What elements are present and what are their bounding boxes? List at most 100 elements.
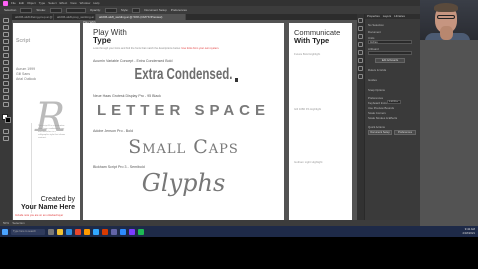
sample-glyphs[interactable]: Glyphs bbox=[83, 169, 284, 197]
chrome-browser-icon[interactable] bbox=[75, 228, 81, 235]
creative-cloud-icon[interactable] bbox=[129, 228, 135, 235]
scale-corners-checkbox[interactable]: Scale Corners bbox=[368, 111, 386, 115]
current-tool-status: Selection bbox=[12, 221, 25, 225]
windows-start-icon[interactable] bbox=[2, 228, 8, 235]
divider-line bbox=[31, 123, 32, 213]
taskbar-search[interactable]: Type here to search bbox=[11, 228, 45, 235]
preview-bounds-checkbox[interactable]: Use Preview Bounds bbox=[368, 106, 394, 110]
font-name-3: Adobe Jenson Pro - Bold bbox=[93, 129, 133, 133]
style-dropdown[interactable] bbox=[132, 7, 141, 13]
preferences-label: Preferences bbox=[368, 96, 384, 100]
menu-edit[interactable]: Edit bbox=[19, 1, 24, 5]
draw-mode-icon[interactable] bbox=[3, 129, 9, 134]
artboard-1[interactable]: Script Aurum 1999 Gill Sans Arial Outloo… bbox=[13, 23, 80, 222]
width-tool-icon[interactable] bbox=[3, 88, 9, 93]
color-panel-icon[interactable] bbox=[358, 18, 363, 23]
sample-letter-space[interactable]: LETTER SPACE bbox=[83, 102, 284, 119]
stroke-dropdown[interactable] bbox=[49, 7, 62, 13]
rectangle-tool-icon[interactable] bbox=[3, 60, 9, 65]
artboard-dropdown[interactable] bbox=[368, 51, 412, 55]
tab-document-1[interactable]: a0206-wk8-fileing-prep.ai @ 50% bbox=[12, 14, 54, 20]
file-explorer-icon[interactable] bbox=[57, 228, 63, 235]
preferences-panel-button[interactable]: Preferences bbox=[394, 130, 416, 135]
illustrator-taskbar-icon[interactable] bbox=[84, 228, 90, 235]
webcam-video bbox=[420, 0, 478, 40]
app-taskbar-icon[interactable] bbox=[138, 228, 144, 235]
document-setup-button[interactable]: Document Setup bbox=[144, 8, 166, 12]
document-tab-bar: a0206-wk8-fileing-prep.ai @ 50% a0206-wk… bbox=[12, 14, 362, 20]
webcam-person-hand bbox=[440, 26, 453, 40]
menu-select[interactable]: Select bbox=[48, 1, 56, 5]
tab-properties[interactable]: Properties bbox=[367, 14, 380, 19]
description-paragraph: The script R is a decorative letter form… bbox=[38, 125, 66, 139]
edit-artboards-button[interactable]: Edit Artboards bbox=[375, 58, 405, 63]
guides-label: Guides bbox=[368, 78, 377, 82]
stroke-panel-icon[interactable] bbox=[358, 50, 363, 55]
opacity-field[interactable] bbox=[104, 7, 117, 13]
menu-object[interactable]: Object bbox=[27, 1, 36, 5]
keyboard-increment-field[interactable]: 0.0139 in bbox=[387, 100, 401, 104]
type-tool-icon[interactable] bbox=[3, 46, 9, 51]
units-dropdown[interactable]: Inches bbox=[368, 40, 412, 44]
font-line-3: Arial Outlook bbox=[16, 77, 37, 81]
fill-dropdown[interactable] bbox=[20, 7, 33, 13]
teams-taskbar-icon[interactable] bbox=[111, 228, 117, 235]
rulers-grids-label: Rulers & Grids bbox=[368, 68, 387, 72]
with-type-title: With Type bbox=[294, 36, 330, 45]
sample-small-caps[interactable]: Small Caps bbox=[83, 136, 284, 158]
scale-strokes-checkbox[interactable]: Scale Strokes & Effects bbox=[368, 116, 397, 120]
text-cursor-icon bbox=[235, 78, 238, 82]
rotate-tool-icon[interactable] bbox=[3, 81, 9, 86]
document-setup-panel-button[interactable]: Document Setup bbox=[368, 130, 392, 135]
paragraph-panel-icon[interactable] bbox=[358, 66, 363, 71]
eyedropper-tool-icon[interactable] bbox=[3, 102, 9, 107]
font-name-2: Neue Haas Grotesk Display Pro - 95 Black bbox=[93, 94, 161, 98]
author-name: Your Name Here bbox=[21, 204, 75, 211]
field-label-2: Gill 1080 FS Highlight bbox=[294, 107, 322, 111]
office-taskbar-icon[interactable] bbox=[102, 228, 108, 235]
tab-document-3[interactable]: a0206-wk8_welding.ai @ 50% (CMYK/Preview… bbox=[96, 14, 186, 20]
selection-label: Selection bbox=[4, 8, 17, 12]
artboard-3[interactable]: Communicate With Type Futura Bold Highli… bbox=[289, 23, 352, 222]
brush-dropdown[interactable] bbox=[65, 7, 86, 13]
menu-view[interactable]: View bbox=[70, 1, 76, 5]
windows-taskbar: Type here to search 9:42 AM 2/18/2021 bbox=[0, 226, 478, 237]
increment-value: 0.0139 in bbox=[389, 101, 399, 103]
document-section-label: Document bbox=[368, 30, 381, 34]
system-clock[interactable]: 9:42 AM 2/18/2021 bbox=[463, 227, 475, 235]
menu-file[interactable]: File bbox=[11, 1, 16, 5]
symbols-panel-icon[interactable] bbox=[358, 42, 363, 47]
artboard-1-heading: Script bbox=[16, 38, 31, 44]
zoom-taskbar-icon[interactable] bbox=[120, 228, 126, 235]
edge-browser-icon[interactable] bbox=[66, 228, 72, 235]
pen-tool-icon[interactable] bbox=[3, 39, 9, 44]
tab-libraries[interactable]: Libraries bbox=[394, 14, 405, 19]
created-by-label: Created by bbox=[40, 196, 75, 203]
selection-tool-icon[interactable] bbox=[3, 18, 9, 23]
paintbrush-tool-icon[interactable] bbox=[3, 67, 9, 72]
task-view-icon[interactable] bbox=[48, 228, 54, 235]
menu-type[interactable]: Type bbox=[39, 1, 46, 5]
character-panel-icon[interactable] bbox=[358, 58, 363, 63]
screen-mode-icon[interactable] bbox=[3, 136, 9, 141]
tab-layers[interactable]: Layers bbox=[383, 14, 391, 19]
menu-window[interactable]: Window bbox=[80, 1, 91, 5]
direct-selection-tool-icon[interactable] bbox=[3, 25, 9, 30]
pencil-tool-icon[interactable] bbox=[3, 74, 9, 79]
instructions: Look through your fonts and find the fon… bbox=[93, 47, 219, 50]
brushes-panel-icon[interactable] bbox=[358, 34, 363, 39]
stroke-swatch[interactable] bbox=[5, 117, 11, 123]
menu-effect[interactable]: Effect bbox=[60, 1, 68, 5]
artboard-2[interactable]: Play With Type Look through your fonts a… bbox=[83, 23, 284, 222]
zoom-level[interactable]: 50% bbox=[3, 221, 9, 225]
swatches-panel-icon[interactable] bbox=[358, 26, 363, 31]
preferences-button[interactable]: Preferences bbox=[171, 8, 187, 12]
glyphs-panel-icon[interactable] bbox=[358, 74, 363, 79]
magic-wand-tool-icon[interactable] bbox=[3, 32, 9, 37]
menu-help[interactable]: Help bbox=[93, 1, 99, 5]
photoshop-taskbar-icon[interactable] bbox=[93, 228, 99, 235]
shape-builder-tool-icon[interactable] bbox=[3, 95, 9, 100]
line-tool-icon[interactable] bbox=[3, 53, 9, 58]
clock-date: 2/18/2021 bbox=[462, 231, 475, 235]
webcam-person-glasses bbox=[437, 15, 455, 19]
